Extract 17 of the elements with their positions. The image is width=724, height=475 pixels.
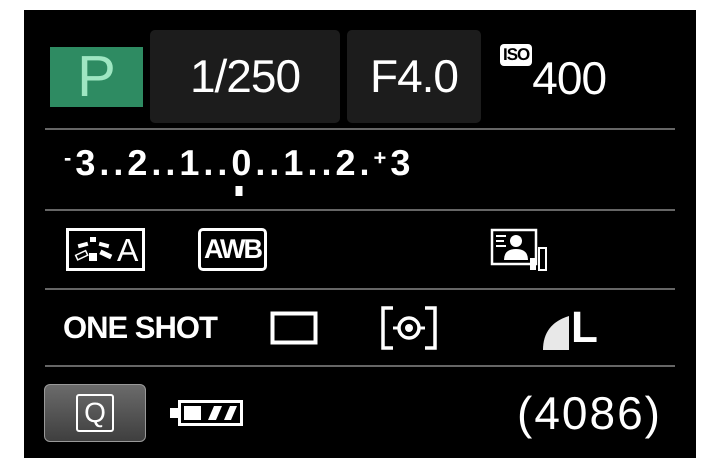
portrait-icon [490,228,550,272]
iso-label: ISO [500,44,532,66]
quick-control-button[interactable]: Q [44,384,146,442]
iso-value: 400 [532,51,606,106]
shooting-mode: P [50,47,143,107]
metering-icon [381,306,437,350]
image-quality: L [571,306,598,350]
aperture-value: F4.0 [347,30,481,123]
exposure-scale: $^{-}$3..2..1..0..1..2.$^{+}$3 [64,142,414,182]
rectangle-icon [270,310,318,344]
awb-label: AWB [198,228,267,271]
focus-mode: ONE SHOT [63,310,217,346]
battery-icon [170,400,243,426]
picture-style: A [66,228,146,271]
shots-remaining: (4086) [517,386,663,440]
shutter-speed: 1/250 [150,30,340,123]
exposure-marker [236,186,243,196]
